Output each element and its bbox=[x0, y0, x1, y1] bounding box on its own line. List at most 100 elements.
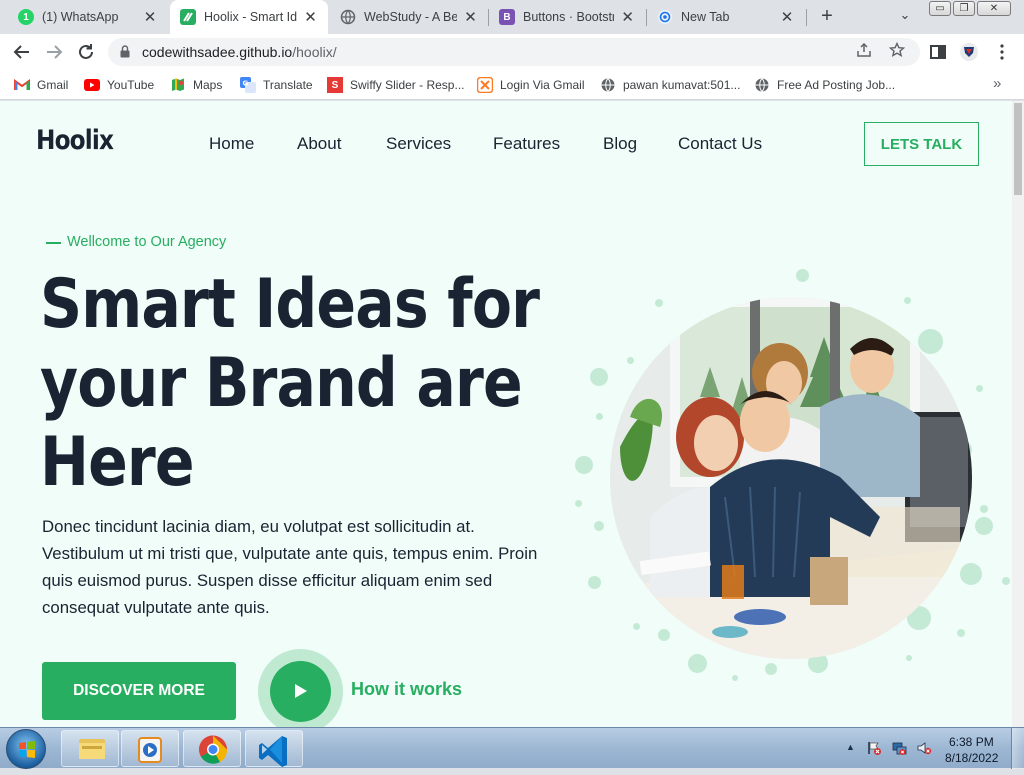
bookmark-translate[interactable]: G Translate bbox=[240, 76, 313, 94]
bookmark-pawan-kumavat[interactable]: pawan kumavat:501... bbox=[600, 76, 740, 94]
hero-headline-line: your Brand are bbox=[40, 344, 523, 423]
eyebrow-dash bbox=[46, 242, 61, 244]
tab-title: (1) WhatsApp bbox=[42, 10, 119, 24]
bookmark-gmail[interactable]: Gmail bbox=[14, 76, 68, 94]
new-tab-button[interactable]: + bbox=[815, 4, 839, 28]
side-panel-icon bbox=[930, 45, 946, 59]
site-logo[interactable]: Hoolix bbox=[36, 125, 114, 156]
close-icon[interactable]: ✕ bbox=[303, 8, 318, 26]
hero-headline-line: Smart Ideas for bbox=[40, 265, 540, 344]
bookmark-maps[interactable]: Maps bbox=[170, 76, 222, 94]
chrome-icon bbox=[199, 735, 228, 764]
bookmark-label: pawan kumavat:501... bbox=[623, 78, 741, 92]
hero-headline: Smart Ideas for your Brand are Here bbox=[40, 265, 556, 502]
decor-dot bbox=[658, 629, 670, 641]
close-icon[interactable]: ✕ bbox=[620, 8, 635, 26]
tab-webstudy[interactable]: WebStudy - A Bes ✕ bbox=[330, 0, 488, 34]
bookmark-free-ad-posting[interactable]: Free Ad Posting Job... bbox=[754, 76, 895, 94]
hoolix-favicon-icon bbox=[180, 9, 196, 25]
bookmark-label: Free Ad Posting Job... bbox=[777, 78, 896, 92]
windows-logo-icon bbox=[19, 741, 35, 758]
decor-dot bbox=[627, 357, 634, 364]
decor-dot bbox=[796, 269, 809, 282]
bookmark-label: Swiffy Slider - Resp... bbox=[350, 78, 465, 92]
decor-dot bbox=[765, 663, 777, 675]
nav-blog[interactable]: Blog bbox=[603, 134, 637, 154]
globe-icon bbox=[340, 9, 356, 25]
network-icon[interactable] bbox=[891, 740, 907, 756]
reload-icon bbox=[79, 44, 93, 59]
bookmarks-overflow-button[interactable]: » bbox=[993, 75, 1001, 92]
decor-dot bbox=[633, 623, 640, 630]
bookmark-login-via-gmail[interactable]: Login Via Gmail bbox=[477, 76, 585, 94]
close-window-button[interactable]: ✕ bbox=[977, 1, 1011, 16]
address-bar[interactable]: codewithsadee.github.io/hoolix/ bbox=[108, 38, 920, 66]
arrow-right-icon bbox=[47, 45, 63, 59]
lock-icon bbox=[120, 45, 130, 58]
forward-button[interactable] bbox=[42, 40, 66, 64]
url-host: codewithsadee.github.io bbox=[142, 44, 293, 60]
show-desktop-button[interactable] bbox=[1011, 728, 1024, 769]
profile-avatar[interactable] bbox=[957, 40, 981, 64]
tab-whatsapp[interactable]: 1 (1) WhatsApp ✕ bbox=[8, 0, 168, 34]
xampp-icon bbox=[477, 77, 493, 93]
close-icon[interactable]: ✕ bbox=[142, 8, 158, 26]
close-icon[interactable]: ✕ bbox=[463, 8, 478, 26]
clock-time[interactable]: 6:38 PM bbox=[949, 735, 994, 749]
tab-hoolix[interactable]: Hoolix - Smart Ide ✕ bbox=[170, 0, 328, 34]
vscode-icon bbox=[259, 736, 287, 767]
taskbar-file-explorer[interactable] bbox=[61, 730, 119, 767]
nav-about[interactable]: About bbox=[297, 134, 341, 154]
close-icon[interactable]: ✕ bbox=[779, 8, 795, 26]
url-text[interactable]: codewithsadee.github.io/hoolix/ bbox=[142, 44, 337, 60]
clock-date[interactable]: 8/18/2022 bbox=[945, 751, 998, 765]
decor-dot bbox=[904, 297, 911, 304]
minimize-button[interactable]: ▭ bbox=[929, 1, 951, 16]
decor-dot bbox=[575, 456, 593, 474]
taskbar-media-player[interactable] bbox=[121, 730, 179, 767]
page-scrollbar[interactable] bbox=[1012, 101, 1024, 727]
tab-title: Buttons · Bootstra bbox=[523, 10, 615, 24]
browser-toolbar: codewithsadee.github.io/hoolix/ bbox=[0, 34, 1024, 70]
arrow-left-icon bbox=[13, 45, 29, 59]
swiffy-icon: S bbox=[327, 77, 343, 93]
tray-overflow-button[interactable]: ▲ bbox=[846, 742, 855, 752]
svg-text:G: G bbox=[243, 80, 249, 88]
bookmark-youtube[interactable]: YouTube bbox=[84, 76, 154, 94]
tab-search-button[interactable]: ⌄ bbox=[896, 7, 914, 25]
taskbar-vscode[interactable] bbox=[245, 730, 303, 767]
bookmark-star-icon[interactable] bbox=[887, 41, 907, 62]
taskbar-chrome[interactable] bbox=[183, 730, 241, 767]
maximize-button[interactable]: ❐ bbox=[953, 1, 975, 16]
globe-icon bbox=[600, 77, 616, 93]
bookmark-label: Gmail bbox=[37, 78, 69, 92]
bookmark-swiffy-slider[interactable]: S Swiffy Slider - Resp... bbox=[327, 76, 464, 94]
tab-bootstrap[interactable]: B Buttons · Bootstra ✕ bbox=[489, 0, 645, 34]
nav-services[interactable]: Services bbox=[386, 134, 451, 154]
share-icon[interactable] bbox=[854, 42, 874, 62]
how-it-works-link[interactable]: How it works bbox=[351, 679, 462, 700]
hero-team-photo bbox=[610, 297, 972, 659]
bookmarks-bar: Gmail YouTube Maps G Translate S Swiffy … bbox=[0, 70, 1024, 100]
action-center-flag-icon[interactable] bbox=[866, 740, 882, 756]
discover-more-button[interactable]: DISCOVER MORE bbox=[42, 662, 236, 720]
reload-button[interactable] bbox=[74, 40, 98, 64]
decor-dot bbox=[976, 385, 983, 392]
play-icon bbox=[295, 684, 307, 698]
lets-talk-button[interactable]: LETS TALK bbox=[864, 122, 979, 166]
hero-headline-line: Here bbox=[40, 423, 195, 502]
start-button[interactable] bbox=[6, 729, 46, 769]
back-button[interactable] bbox=[10, 40, 34, 64]
menu-button[interactable] bbox=[990, 40, 1014, 64]
page-viewport: Hoolix Home About Services Features Blog… bbox=[0, 101, 1012, 727]
gmail-icon bbox=[14, 77, 30, 93]
file-explorer-icon bbox=[79, 739, 105, 759]
hero-eyebrow: Wellcome to Our Agency bbox=[67, 234, 227, 250]
scrollbar-thumb[interactable] bbox=[1014, 103, 1022, 195]
nav-features[interactable]: Features bbox=[493, 134, 560, 154]
side-panel-button[interactable] bbox=[926, 40, 950, 64]
nav-contact-us[interactable]: Contact Us bbox=[678, 134, 762, 154]
volume-muted-icon[interactable] bbox=[916, 740, 932, 756]
nav-home[interactable]: Home bbox=[209, 134, 254, 154]
tab-new-tab[interactable]: New Tab ✕ bbox=[647, 0, 805, 34]
